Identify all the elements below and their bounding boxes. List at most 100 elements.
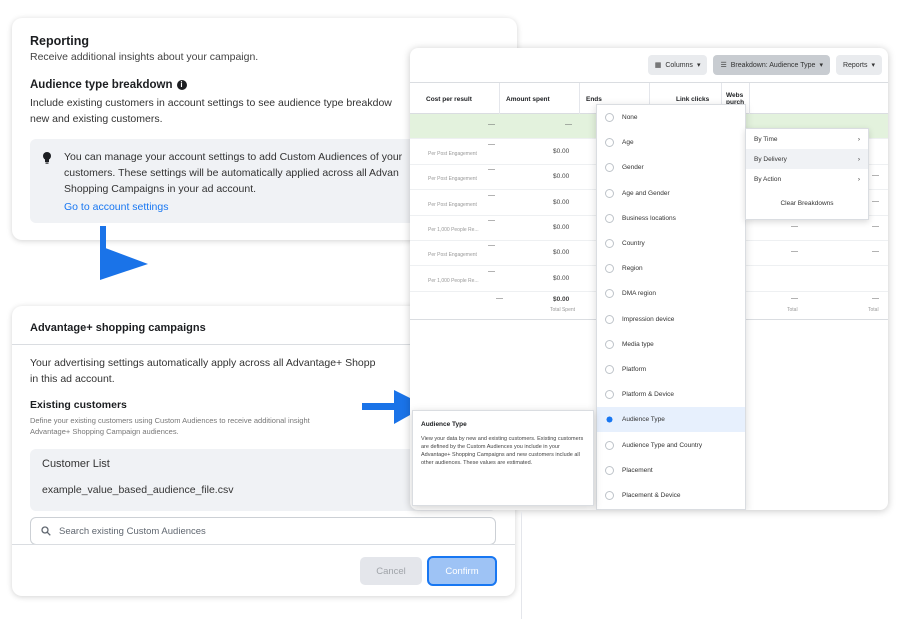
breakdown-option-label: Business locations [622, 214, 676, 222]
columns-button[interactable]: ▦ Columns ▾ [647, 55, 708, 75]
breakdown-option[interactable]: Placement [597, 458, 745, 483]
breakdown-option[interactable]: Platform & Device [597, 382, 745, 407]
submenu-item-by-time[interactable]: By Time › [746, 129, 868, 149]
breakdown-option[interactable]: Platform [597, 357, 745, 382]
cancel-button[interactable]: Cancel [360, 557, 422, 585]
columns-label: Columns [665, 61, 693, 69]
submenu-item-by-action[interactable]: By Action › [746, 169, 868, 189]
total-dash: — [496, 295, 503, 302]
chevron-down-icon: ▾ [819, 62, 823, 69]
breakdown-option-label: Media type [622, 340, 654, 348]
amount-spent-cell: $0.00 [553, 173, 570, 181]
cell-dash: — [488, 267, 495, 275]
clear-breakdowns-button[interactable]: Clear Breakdowns [746, 189, 868, 217]
breakdown-button[interactable]: ☰ Breakdown: Audience Type ▾ [713, 55, 830, 75]
tooltip-text: View your data by new and existing custo… [421, 436, 584, 466]
breakdown-option-label: Country [622, 240, 645, 248]
custom-audience-search-input[interactable]: Search existing Custom Audiences [30, 517, 496, 545]
note-line: You can manage your account settings to … [64, 151, 403, 163]
chevron-down-icon: ▾ [696, 62, 701, 69]
total-dash: — [872, 295, 879, 302]
note-line: customers. These settings will be automa… [64, 167, 399, 179]
radio-icon [605, 113, 614, 123]
radio-icon [605, 239, 614, 249]
amount-spent-cell: $0.00 [553, 223, 570, 231]
play-arrow-icon [100, 226, 148, 280]
confirm-button[interactable]: Confirm [427, 556, 497, 586]
cell-dash: — [872, 222, 879, 230]
breakdown-icon: ☰ [720, 62, 727, 69]
breakdown-option[interactable]: Age [597, 130, 745, 155]
cell-dash: — [488, 166, 495, 174]
result-type: Per 1,000 People Re... [428, 277, 479, 284]
info-icon[interactable]: i [176, 80, 187, 90]
breakdown-option-label: Placement [622, 466, 653, 474]
amount-spent-cell: $0.00 [553, 249, 570, 257]
radio-icon [605, 465, 614, 475]
breakdown-option-label: Audience Type [622, 416, 665, 424]
breakdown-option[interactable]: Country [597, 231, 745, 256]
column-header[interactable]: Cost per result [420, 83, 500, 115]
radio-icon [605, 163, 614, 173]
go-to-account-settings-link[interactable]: Go to account settings [64, 201, 402, 213]
breakdown-option[interactable]: Gender [597, 155, 745, 180]
search-placeholder: Search existing Custom Audiences [59, 525, 206, 537]
chevron-right-icon: › [857, 175, 860, 183]
result-type: Per Post Engagement [428, 151, 477, 157]
cell-dash: — [488, 242, 495, 250]
breakdown-option[interactable]: DMA region [597, 281, 745, 306]
radio-icon [605, 364, 614, 374]
radio-icon [605, 289, 614, 299]
breakdown-option-label: Age [622, 139, 634, 147]
cell-dash: — [791, 248, 798, 256]
tooltip-title: Audience Type [421, 421, 467, 428]
divider [521, 512, 522, 619]
cell-dash: — [872, 197, 879, 205]
breakdown-option-label: Gender [622, 164, 644, 172]
breakdown-option[interactable]: Audience Type and Country [597, 432, 745, 457]
result-type: Per Post Engagement [428, 176, 477, 183]
total-spent-label: Total Spent [550, 307, 576, 313]
breakdown-option-label: Impression device [622, 315, 675, 323]
breakdown-option[interactable]: Age and Gender [597, 181, 745, 206]
breakdown-option[interactable]: Region [597, 256, 745, 281]
reports-button[interactable]: Reports ▾ [835, 55, 882, 75]
submenu-label: By Action [754, 175, 782, 183]
radio-selected-icon [605, 415, 614, 425]
radio-icon [605, 188, 614, 198]
cell-dash: — [872, 248, 879, 256]
amount-spent-cell: $0.00 [553, 274, 570, 282]
breakdown-option-label: Platform & Device [622, 391, 675, 399]
breakdown-option[interactable]: None [597, 105, 745, 130]
watermark: ​ [162, 251, 177, 293]
total-dash: — [791, 295, 798, 302]
chevron-right-icon: › [857, 155, 860, 163]
breakdown-label: Breakdown: Audience Type [730, 61, 816, 69]
column-header[interactable]: Amount spent [500, 83, 580, 115]
radio-icon [605, 213, 614, 223]
lightbulb-icon [42, 149, 54, 211]
amount-spent-cell: $0.00 [553, 198, 570, 206]
breakdown-option[interactable]: Business locations [597, 206, 745, 231]
breakdown-option-label: None [622, 114, 638, 122]
cell-dash: — [488, 121, 495, 128]
total-label: Total [787, 307, 798, 313]
breakdown-option-label: Age and Gender [622, 189, 670, 197]
breakdown-option[interactable]: Placement & Device [597, 483, 745, 508]
amount-spent-cell: $0.00 [553, 148, 570, 155]
breakdown-submenu: By Time › By Delivery › By Action › Clear B… [745, 128, 869, 220]
breakdown-option-label: Audience Type and Country [622, 441, 703, 449]
search-icon [41, 526, 51, 536]
reporting-title: Reporting [30, 34, 90, 48]
card-footer: Cancel Confirm [12, 544, 515, 596]
chevron-down-icon: ▾ [871, 62, 875, 69]
submenu-item-by-delivery[interactable]: By Delivery › [746, 149, 868, 169]
reports-label: Reports [842, 61, 868, 69]
audience-breakdown-heading-text: Audience type breakdown [30, 79, 173, 91]
radio-icon [605, 490, 614, 500]
cell-dash: — [488, 141, 495, 148]
breakdown-option[interactable]: Media type [597, 332, 745, 357]
breakdown-option[interactable]: Audience Type [597, 407, 745, 433]
breakdown-option-label: Placement & Device [622, 491, 681, 499]
breakdown-option[interactable]: Impression device [597, 307, 745, 332]
